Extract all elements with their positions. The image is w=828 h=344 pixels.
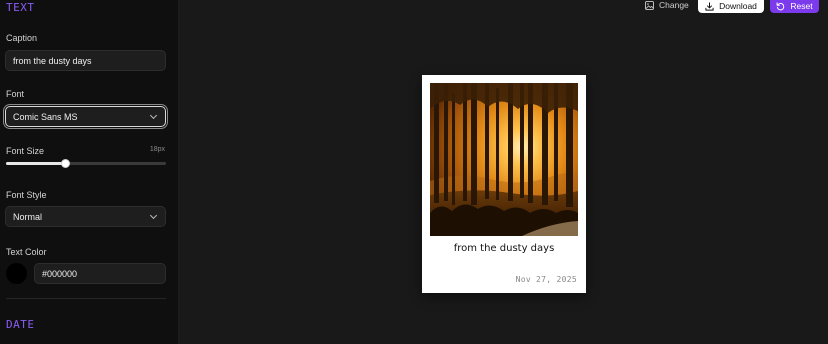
font-size-slider-thumb[interactable] xyxy=(61,159,71,168)
date-section-title: DATE xyxy=(6,318,35,331)
text-color-input-value: #000000 xyxy=(42,268,78,279)
font-size-slider[interactable] xyxy=(6,159,166,168)
font-style-select-value: Normal xyxy=(13,211,43,222)
text-color-input[interactable]: #000000 xyxy=(34,263,166,284)
download-button-label: Download xyxy=(719,1,757,11)
font-select[interactable]: Comic Sans MS xyxy=(5,106,166,127)
text-color-label: Text Color xyxy=(6,247,47,257)
caption-input-value: from the dusty days xyxy=(13,55,92,66)
download-button[interactable]: Download xyxy=(698,0,764,13)
font-style-select[interactable]: Normal xyxy=(5,206,166,227)
chevron-down-icon xyxy=(149,111,158,119)
section-divider xyxy=(6,298,166,299)
font-style-label: Font Style xyxy=(6,190,47,200)
chevron-down-icon xyxy=(149,211,158,219)
image-icon xyxy=(645,0,654,10)
font-select-value: Comic Sans MS xyxy=(13,111,78,122)
reset-button[interactable]: Reset xyxy=(770,0,819,13)
font-label: Font xyxy=(6,89,25,99)
polaroid-preview: from the dusty days Nov 27, 2025 xyxy=(422,75,586,293)
reset-button-label: Reset xyxy=(790,1,813,11)
polaroid-caption: from the dusty days xyxy=(453,243,555,254)
change-button[interactable]: Change xyxy=(645,0,689,10)
font-size-slider-fill xyxy=(6,162,66,165)
font-size-value: 18px xyxy=(149,146,165,153)
reset-icon xyxy=(776,1,785,11)
polaroid-date: Nov 27, 2025 xyxy=(515,275,577,284)
settings-sidebar: TEXT Caption from the dusty days Font Co… xyxy=(0,0,179,344)
font-size-label: Font Size xyxy=(6,146,45,156)
text-color-swatch[interactable] xyxy=(6,263,27,284)
forest-sunset-photo xyxy=(430,83,578,236)
caption-input[interactable]: from the dusty days xyxy=(5,50,166,71)
text-section-title: TEXT xyxy=(6,1,35,14)
caption-label: Caption xyxy=(6,33,38,43)
download-icon xyxy=(705,1,714,11)
change-button-label: Change xyxy=(659,0,689,10)
